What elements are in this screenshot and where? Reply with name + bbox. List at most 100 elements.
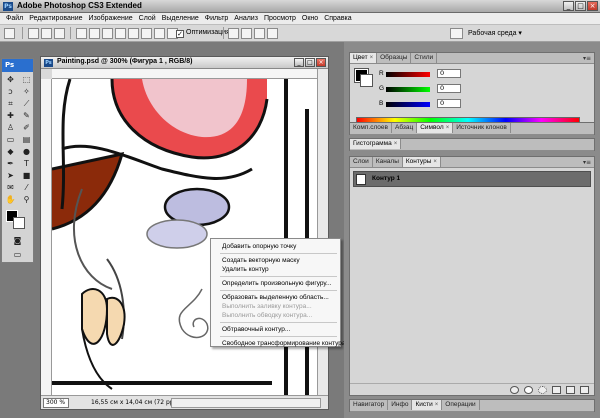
tab-layer-comps[interactable]: Комп.слоев <box>350 123 392 133</box>
tab-character[interactable]: Символ × <box>417 123 454 133</box>
close-button[interactable]: × <box>587 1 598 11</box>
lasso-tool-icon[interactable]: ↄ <box>4 86 17 97</box>
move-tool-icon[interactable]: ✥ <box>4 74 17 85</box>
slider-r[interactable] <box>386 72 430 77</box>
pen-tool-preset-icon[interactable] <box>4 28 15 39</box>
tab-info[interactable]: Инфо <box>388 400 413 410</box>
slider-g[interactable] <box>386 87 430 92</box>
pen-tool-icon[interactable]: ✒ <box>4 158 17 169</box>
panel-menu-icon[interactable]: ▾≡ <box>583 159 591 166</box>
panel-menu-icon[interactable]: ▾≡ <box>583 55 591 62</box>
close-icon[interactable]: × <box>433 159 437 165</box>
background-color-swatch[interactable] <box>13 217 25 229</box>
menu-item-make-selection[interactable]: Образовать выделенную область... <box>211 293 340 302</box>
menu-item-add-anchor-point[interactable]: Добавить опорную точку <box>211 242 340 251</box>
menu-layer[interactable]: Слой <box>136 15 159 22</box>
tab-brushes[interactable]: Кисти × <box>412 400 443 410</box>
tab-navigator[interactable]: Навигатор <box>350 400 389 410</box>
shape-tool-icon[interactable]: ■ <box>20 170 33 181</box>
rounded-rectangle-icon[interactable] <box>115 28 126 39</box>
ellipse-icon[interactable] <box>128 28 139 39</box>
menu-item-create-vector-mask[interactable]: Создать векторную маску <box>211 256 340 265</box>
eraser-tool-icon[interactable]: ▭ <box>4 134 17 145</box>
pen-icon[interactable] <box>76 28 87 39</box>
tab-layers[interactable]: Слои <box>350 157 373 167</box>
dodge-tool-icon[interactable]: ● <box>20 146 33 157</box>
menu-help[interactable]: Справка <box>321 15 354 22</box>
doc-close-button[interactable]: × <box>316 58 326 67</box>
marquee-tool-icon[interactable]: ⬚ <box>20 74 33 85</box>
value-field-r[interactable]: 0 <box>437 69 461 78</box>
fill-pixels-icon[interactable] <box>54 28 65 39</box>
tab-clone-source[interactable]: Источник клонов <box>453 123 511 133</box>
tab-paths[interactable]: Контуры × <box>402 157 441 167</box>
menu-item-free-transform-path[interactable]: Свободное трансформирование контура <box>211 339 345 348</box>
menu-view[interactable]: Просмотр <box>261 15 299 22</box>
horizontal-scrollbar[interactable] <box>171 398 321 408</box>
slider-b[interactable] <box>386 102 430 107</box>
quick-mask-icon[interactable]: ◙ <box>11 235 24 246</box>
make-work-path-icon[interactable] <box>552 386 561 394</box>
load-selection-icon[interactable] <box>538 386 547 394</box>
freeform-pen-icon[interactable] <box>89 28 100 39</box>
menu-edit[interactable]: Редактирование <box>26 15 85 22</box>
value-field-g[interactable]: 0 <box>437 84 461 93</box>
clone-stamp-icon[interactable]: ♙ <box>4 122 17 133</box>
intersect-path-icon[interactable] <box>254 28 265 39</box>
menu-file[interactable]: Файл <box>3 15 26 22</box>
menu-analysis[interactable]: Анализ <box>231 15 261 22</box>
auto-add-delete-checkbox[interactable]: ✓ <box>176 30 184 38</box>
tab-actions[interactable]: Операции <box>442 400 480 410</box>
stroke-path-icon[interactable] <box>524 386 533 394</box>
maximize-button[interactable]: □ <box>575 1 586 11</box>
close-icon[interactable]: × <box>370 55 374 61</box>
healing-brush-icon[interactable]: ✚ <box>4 110 17 121</box>
tab-channels[interactable]: Каналы <box>373 157 403 167</box>
rectangle-icon[interactable] <box>102 28 113 39</box>
blur-tool-icon[interactable]: ◆ <box>4 146 17 157</box>
menu-filter[interactable]: Фильтр <box>202 15 232 22</box>
tab-color[interactable]: Цвет × <box>350 53 378 63</box>
close-icon[interactable]: × <box>435 402 439 408</box>
type-tool-icon[interactable]: T <box>20 158 33 169</box>
value-field-b[interactable]: 0 <box>437 99 461 108</box>
line-icon[interactable] <box>154 28 165 39</box>
fill-path-icon[interactable] <box>510 386 519 394</box>
doc-maximize-button[interactable]: □ <box>305 58 315 67</box>
path-row[interactable]: Контур 1 <box>353 171 591 187</box>
crop-tool-icon[interactable]: ⌗ <box>4 98 17 109</box>
tab-swatches[interactable]: Образцы <box>377 53 412 63</box>
polygon-icon[interactable] <box>141 28 152 39</box>
zoom-tool-icon[interactable]: ⚲ <box>20 194 33 205</box>
brush-tool-icon[interactable]: ✎ <box>20 110 33 121</box>
slice-tool-icon[interactable]: ⟋ <box>20 98 33 109</box>
menu-item-clipping-path[interactable]: Обтравочный контур... <box>211 325 340 334</box>
menu-item-delete-path[interactable]: Удалить контур <box>211 265 340 274</box>
background-swatch[interactable] <box>360 74 373 87</box>
hand-tool-icon[interactable]: ✋ <box>4 194 17 205</box>
zoom-level-field[interactable]: 300 % <box>43 398 69 408</box>
minimize-button[interactable]: _ <box>563 1 574 11</box>
history-brush-icon[interactable]: ✐ <box>20 122 33 133</box>
eyedropper-tool-icon[interactable]: ⁄ <box>20 182 33 193</box>
notes-tool-icon[interactable]: ✉ <box>4 182 17 193</box>
close-icon[interactable]: × <box>446 125 450 131</box>
magic-wand-tool-icon[interactable]: ✧ <box>20 86 33 97</box>
trash-icon[interactable] <box>580 386 589 394</box>
new-path-icon[interactable] <box>566 386 575 394</box>
gradient-tool-icon[interactable]: ▤ <box>20 134 33 145</box>
menu-image[interactable]: Изображение <box>86 15 136 22</box>
paths-mode-icon[interactable] <box>41 28 52 39</box>
subtract-path-icon[interactable] <box>241 28 252 39</box>
tab-histogram[interactable]: Гистограмма × <box>350 139 402 149</box>
menu-select[interactable]: Выделение <box>159 15 202 22</box>
menu-item-define-custom-shape[interactable]: Определить произвольную фигуру... <box>211 279 340 288</box>
tab-paragraph[interactable]: Абзац <box>392 123 418 133</box>
doc-minimize-button[interactable]: _ <box>294 58 304 67</box>
exclude-path-icon[interactable] <box>267 28 278 39</box>
menu-window[interactable]: Окно <box>299 15 321 22</box>
workspace-button[interactable]: Рабочая среда ▾ <box>468 28 522 39</box>
close-icon[interactable]: × <box>394 141 398 147</box>
tab-styles[interactable]: Стили <box>411 53 438 63</box>
screen-mode-icon[interactable]: ▭ <box>11 249 24 260</box>
